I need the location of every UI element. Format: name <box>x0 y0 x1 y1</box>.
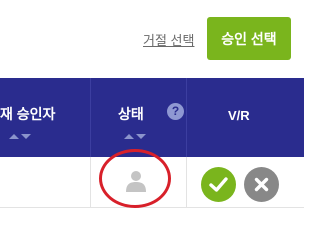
help-icon[interactable]: ? <box>167 103 184 120</box>
column-header-vr: V/R <box>228 108 250 123</box>
sort-arrows-icon[interactable] <box>124 134 146 139</box>
table-header: 재 승인자 상태 ? V/R <box>0 78 304 157</box>
column-divider <box>186 78 187 157</box>
sort-ascending-icon <box>124 134 134 139</box>
approve-button[interactable] <box>201 167 236 202</box>
row-bottom-border <box>0 207 304 208</box>
check-icon <box>209 177 228 192</box>
reject-selection-link[interactable]: 거절 선택 <box>143 30 194 49</box>
row-divider <box>90 157 91 208</box>
column-header-status: 상태 <box>118 106 144 122</box>
x-icon <box>254 177 269 192</box>
sort-descending-icon <box>136 134 146 139</box>
column-header-current-approver: 재 승인자 <box>0 106 56 122</box>
sort-descending-icon <box>21 134 31 139</box>
sort-arrows-icon[interactable] <box>9 134 31 139</box>
sort-ascending-icon <box>9 134 19 139</box>
row-divider <box>186 157 187 208</box>
approve-selection-button[interactable]: 승인 선택 <box>207 17 291 60</box>
reject-button[interactable] <box>244 167 279 202</box>
column-divider <box>90 78 91 157</box>
highlight-circle <box>99 149 171 208</box>
